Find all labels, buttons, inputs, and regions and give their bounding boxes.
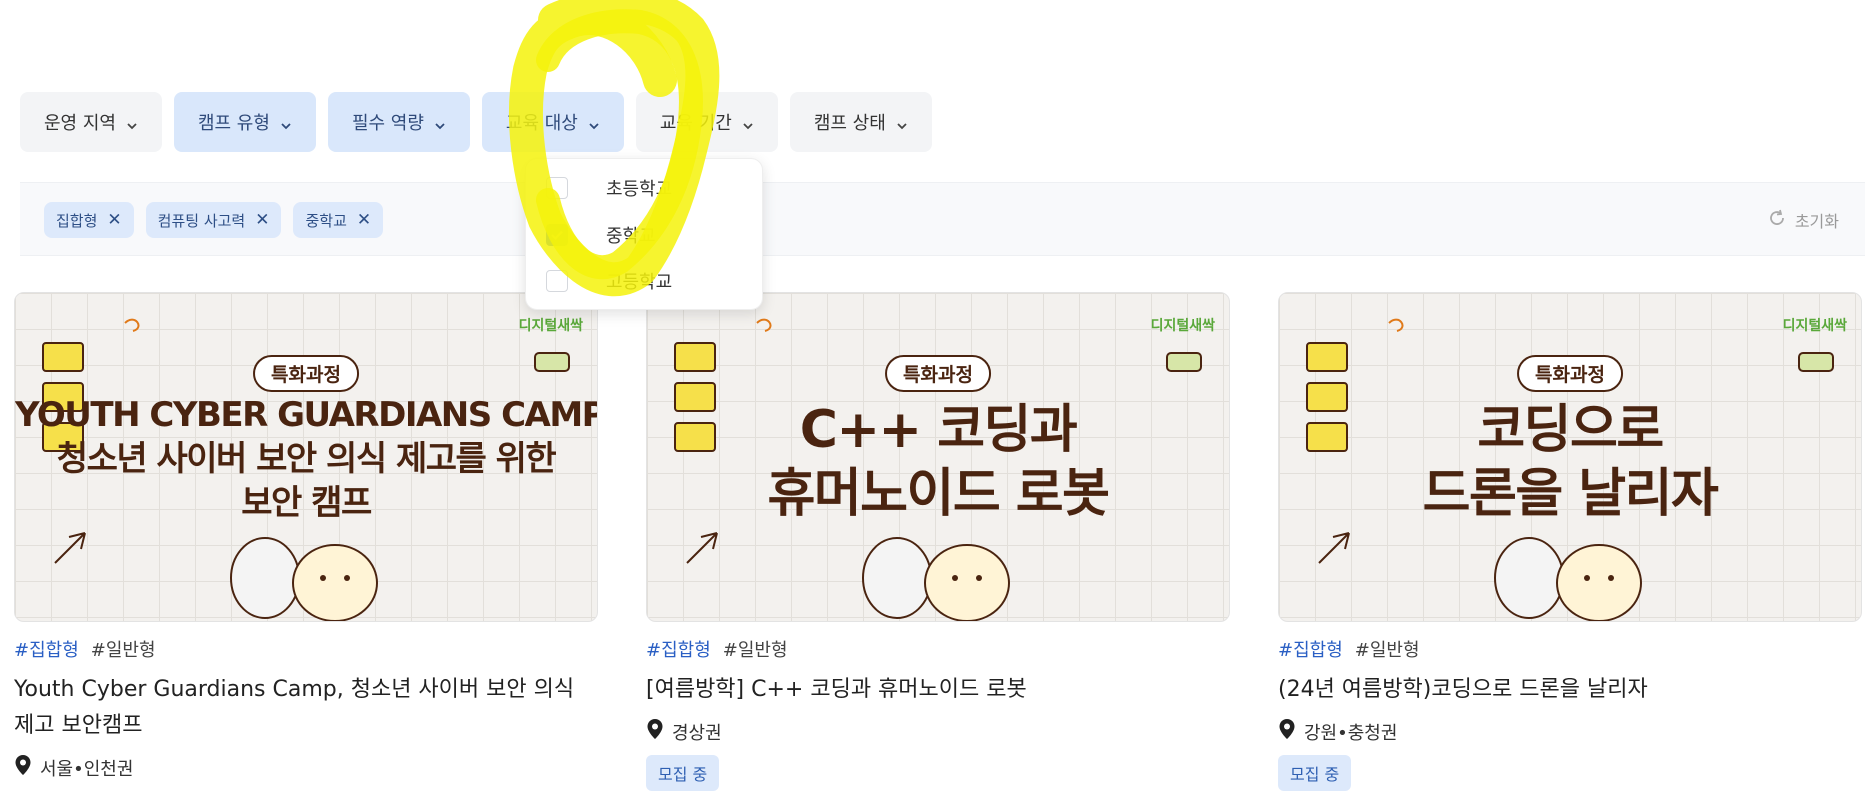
filter-label: 필수 역량 <box>351 113 424 134</box>
chevron-down-icon <box>280 116 292 130</box>
dropdown-option-middle[interactable]: 중학교 <box>546 220 656 250</box>
camp-card[interactable]: 디지털새싹 특화과정 코딩으로 드론을 날리자 #집합형 #일반형 (24년 여… <box>1278 292 1862 791</box>
close-icon[interactable]: ✕ <box>107 211 121 229</box>
thumbnail-headline: 코딩으로 드론을 날리자 <box>1279 398 1861 526</box>
headline-line: 코딩으로 <box>1477 400 1664 460</box>
chevron-down-icon <box>126 116 138 130</box>
headline-line: 보안 캠프 <box>241 483 372 523</box>
reset-button[interactable]: 초기화 <box>1767 208 1839 232</box>
headline-line: C++ 코딩과 <box>799 400 1078 460</box>
brand-logo: 디지털새싹 <box>1782 318 1847 334</box>
camp-location: 강원•충청권 <box>1278 718 1862 745</box>
camp-location: 서울•인천권 <box>14 754 598 781</box>
chip-label: 컴퓨팅 사고력 <box>157 211 246 230</box>
camp-location: 경상권 <box>646 718 1230 745</box>
location-pin-icon <box>14 754 32 781</box>
tag[interactable]: #집합형 <box>646 636 711 662</box>
dropdown-option-elementary[interactable]: 초등학교 <box>546 173 672 203</box>
filter-target-button[interactable]: 교육 대상 <box>481 92 624 152</box>
tag[interactable]: #일반형 <box>723 636 788 662</box>
camp-thumbnail[interactable]: 디지털새싹 특화과정 YOUTH CYBER GUARDIANS CAMP, 청… <box>14 292 598 622</box>
dropdown-option-high[interactable]: 고등학교 <box>546 266 672 296</box>
tag-list: #집합형 #일반형 <box>646 636 1230 662</box>
brand-logo: 디지털새싹 <box>1150 318 1215 334</box>
option-label: 중학교 <box>606 226 656 247</box>
headline-line: 청소년 사이버 보안 의식 제고를 위한 <box>56 439 557 479</box>
filter-competency-button[interactable]: 필수 역량 <box>327 92 470 152</box>
chip-label: 집합형 <box>56 211 98 230</box>
headline-line: 드론을 날리자 <box>1422 464 1719 524</box>
chevron-down-icon <box>742 116 754 130</box>
thumbnail-badge: 특화과정 <box>885 355 991 392</box>
filter-chip[interactable]: 중학교 ✕ <box>293 202 384 238</box>
close-icon[interactable]: ✕ <box>357 211 371 229</box>
camp-title[interactable]: Youth Cyber Guardians Camp, 청소년 사이버 보안 의… <box>14 672 598 744</box>
checkbox-checked[interactable] <box>546 224 568 246</box>
tag-list: #집합형 #일반형 <box>14 636 598 662</box>
filter-period-button[interactable]: 교육 기간 <box>635 92 778 152</box>
camp-thumbnail[interactable]: 디지털새싹 특화과정 C++ 코딩과 휴머노이드 로봇 <box>646 292 1230 622</box>
check-icon <box>551 230 563 241</box>
headline-line: 휴머노이드 로봇 <box>767 464 1110 524</box>
chevron-down-icon <box>588 116 600 130</box>
camp-card[interactable]: 디지털새싹 특화과정 YOUTH CYBER GUARDIANS CAMP, 청… <box>14 292 598 781</box>
tag[interactable]: #일반형 <box>91 636 156 662</box>
chevron-down-icon <box>896 116 908 130</box>
tag-list: #집합형 #일반형 <box>1278 636 1862 662</box>
selected-filters-bar: 집합형 ✕ 컴퓨팅 사고력 ✕ 중학교 ✕ 초기화 <box>20 182 1865 256</box>
location-pin-icon <box>1278 718 1296 745</box>
location-label: 서울•인천권 <box>40 758 134 780</box>
filter-status-button[interactable]: 캠프 상태 <box>789 92 932 152</box>
filter-label: 캠프 유형 <box>197 113 270 134</box>
brand-logo: 디지털새싹 <box>518 318 583 334</box>
thumbnail-badge: 특화과정 <box>1517 355 1623 392</box>
location-label: 경상권 <box>672 722 722 744</box>
camp-title[interactable]: (24년 여름방학)코딩으로 드론을 날리자 <box>1278 672 1862 708</box>
location-pin-icon <box>646 718 664 745</box>
filter-chip[interactable]: 집합형 ✕ <box>44 202 134 238</box>
option-label: 고등학교 <box>606 272 673 293</box>
thumbnail-headline: C++ 코딩과 휴머노이드 로봇 <box>647 398 1229 526</box>
checkbox[interactable] <box>546 177 568 199</box>
target-dropdown-menu: 초등학교 중학교 고등학교 <box>525 158 763 310</box>
filter-camp-type-button[interactable]: 캠프 유형 <box>173 92 316 152</box>
checkbox[interactable] <box>546 270 568 292</box>
headline-line: YOUTH CYBER GUARDIANS CAMP, <box>15 395 598 435</box>
chip-label: 중학교 <box>305 211 347 230</box>
filter-region-button[interactable]: 운영 지역 <box>20 92 162 152</box>
status-badge: 모집 중 <box>646 755 720 791</box>
filter-label: 교육 대상 <box>505 113 578 134</box>
camp-title[interactable]: [여름방학] C++ 코딩과 휴머노이드 로봇 <box>646 672 1230 708</box>
refresh-icon <box>1767 208 1787 232</box>
camp-thumbnail[interactable]: 디지털새싹 특화과정 코딩으로 드론을 날리자 <box>1278 292 1862 622</box>
reset-label: 초기화 <box>1794 212 1839 231</box>
status-badge: 모집 중 <box>1278 755 1352 791</box>
thumbnail-headline: YOUTH CYBER GUARDIANS CAMP, 청소년 사이버 보안 의… <box>15 393 597 525</box>
chevron-down-icon <box>434 116 446 130</box>
filter-label: 운영 지역 <box>44 113 116 134</box>
thumbnail-badge: 특화과정 <box>253 355 359 392</box>
tag[interactable]: #일반형 <box>1355 636 1420 662</box>
filter-label: 캠프 상태 <box>813 113 886 134</box>
filter-bar: 운영 지역 캠프 유형 필수 역량 교육 대상 교육 기간 캠프 상태 <box>20 92 932 152</box>
camp-card[interactable]: 디지털새싹 특화과정 C++ 코딩과 휴머노이드 로봇 #집합형 #일반형 [여… <box>646 292 1230 791</box>
tag[interactable]: #집합형 <box>14 636 79 662</box>
filter-chip[interactable]: 컴퓨팅 사고력 ✕ <box>145 202 282 238</box>
filter-label: 교육 기간 <box>659 113 732 134</box>
option-label: 초등학교 <box>606 179 673 200</box>
tag[interactable]: #집합형 <box>1278 636 1343 662</box>
close-icon[interactable]: ✕ <box>255 211 269 229</box>
location-label: 강원•충청권 <box>1304 722 1398 744</box>
